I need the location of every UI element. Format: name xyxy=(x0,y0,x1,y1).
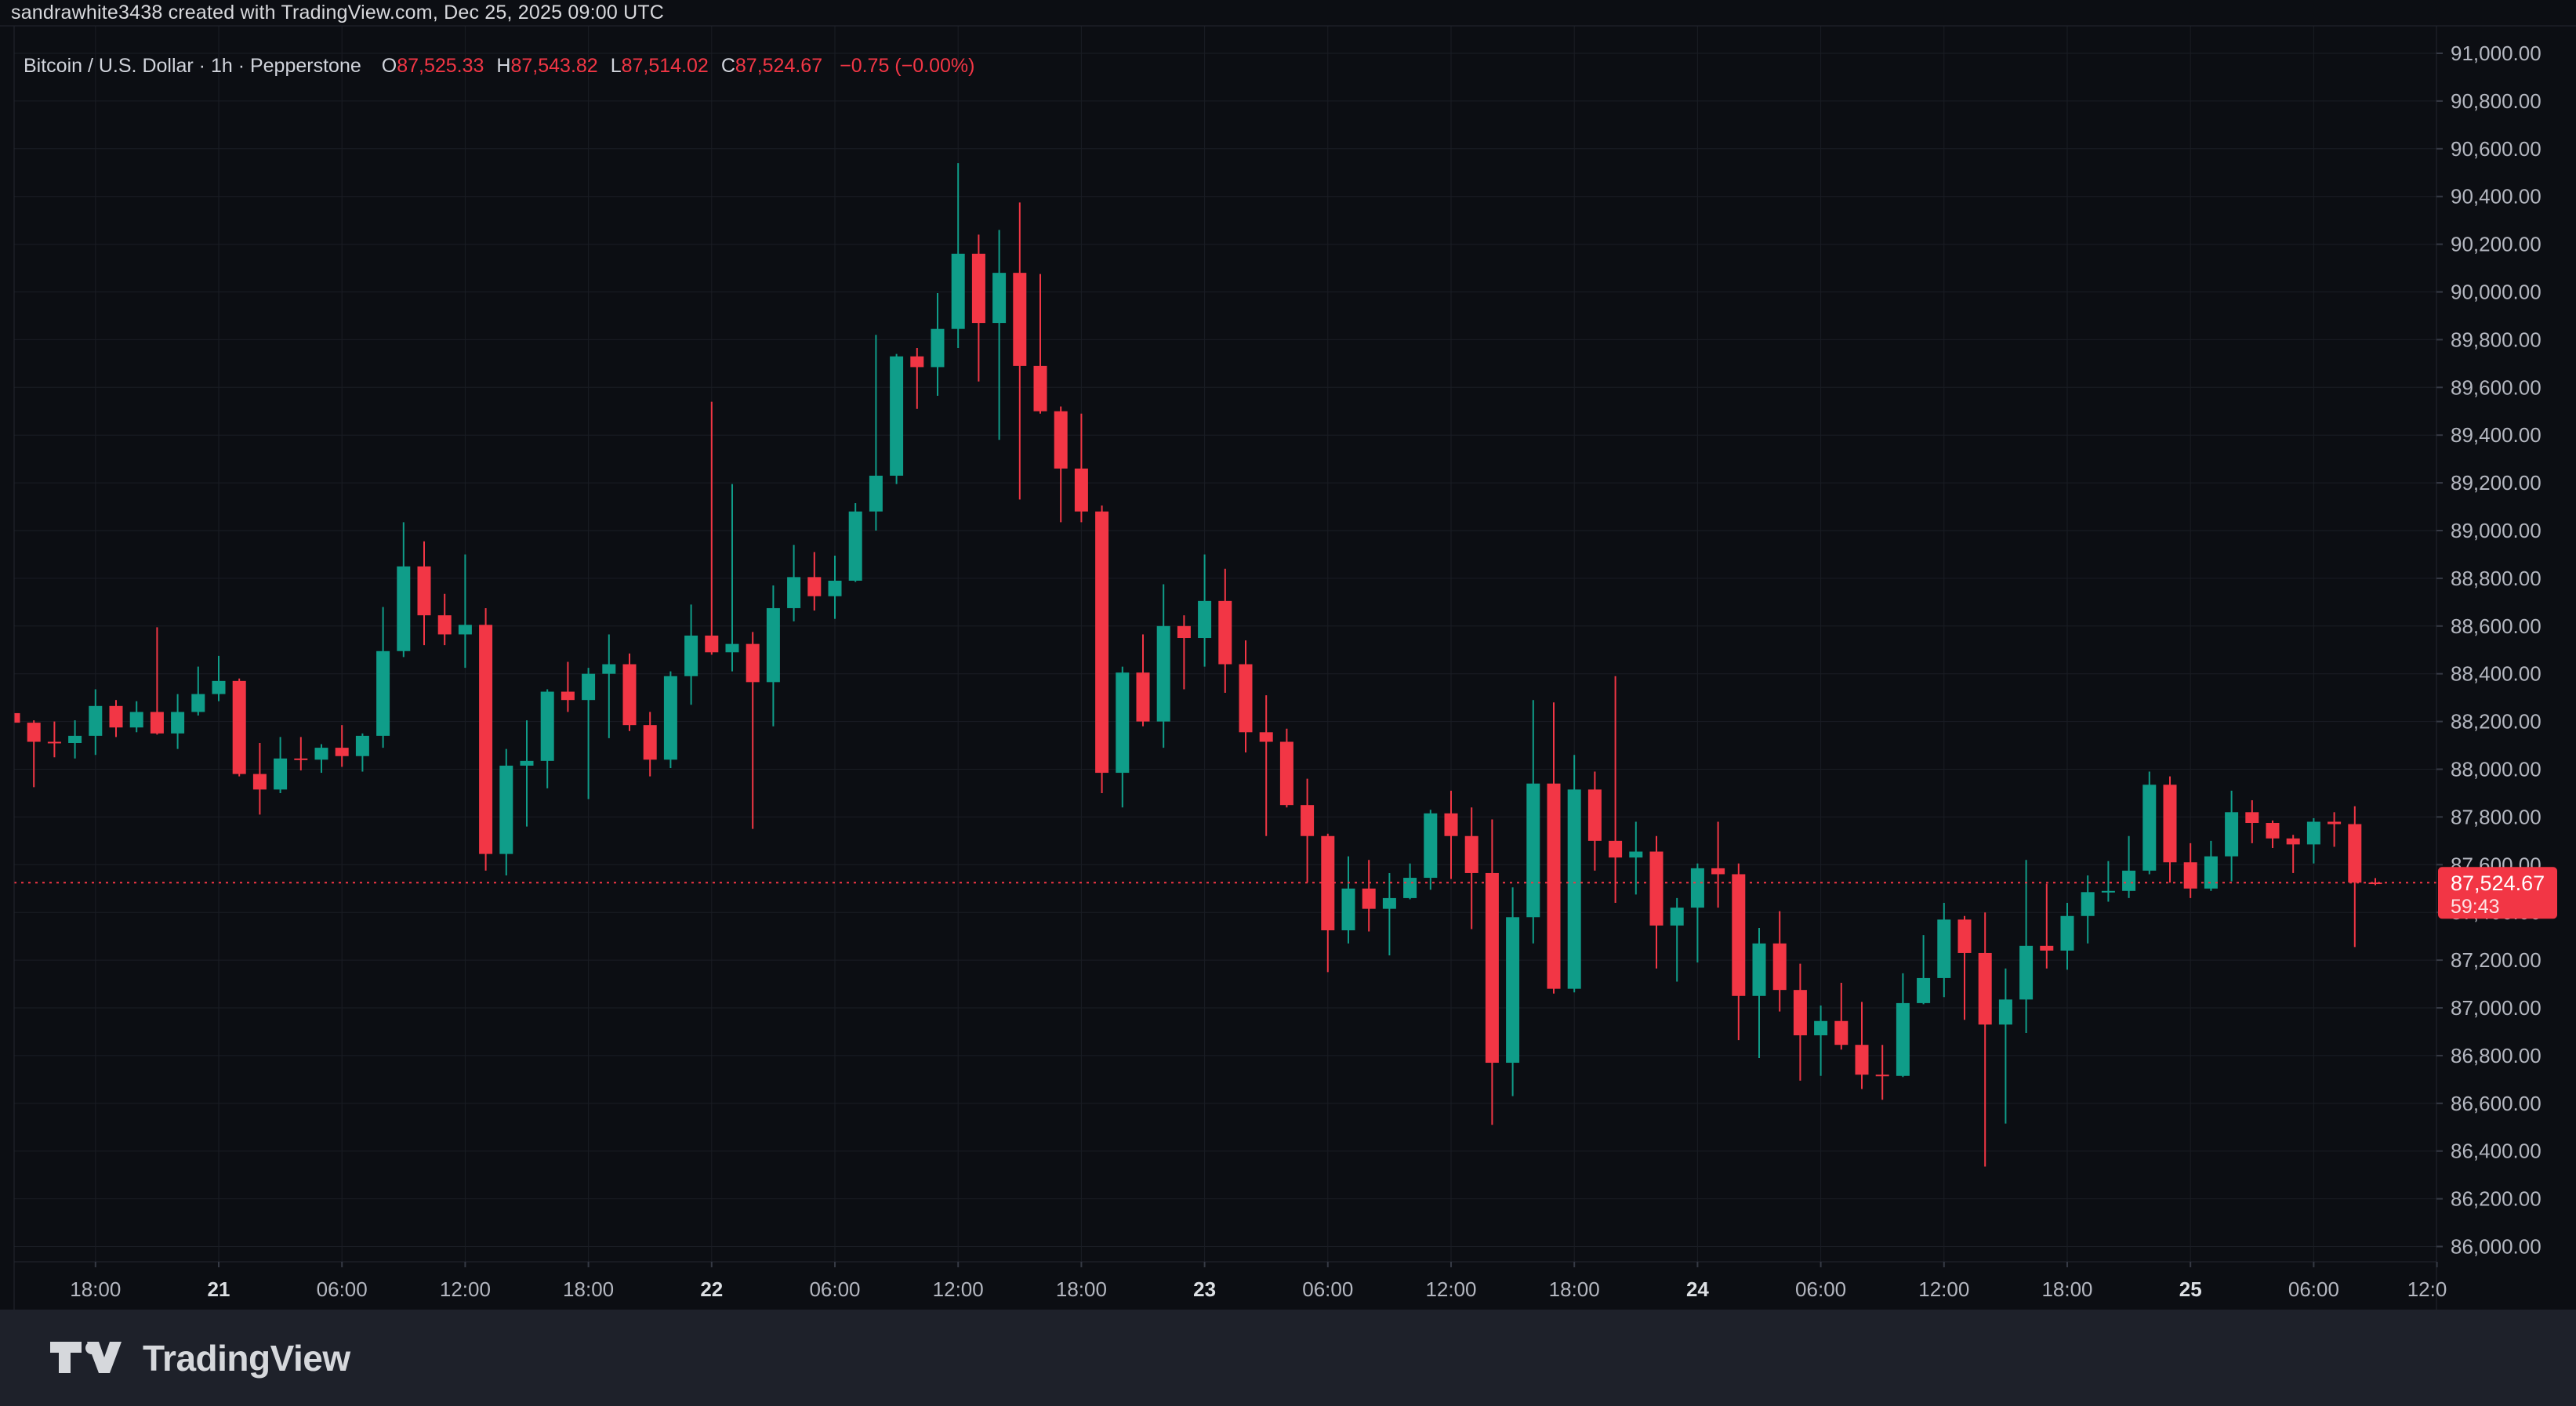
price-change: −0.75 (−0.00%) xyxy=(840,55,974,78)
ohlc-low: L87,514.02 xyxy=(611,55,709,78)
time-axis[interactable] xyxy=(14,1262,2436,1310)
attribution-bar: sandrawhite3438 created with TradingView… xyxy=(11,0,664,26)
price-chart-svg: 91,000.0090,800.0090,600.0090,400.0090,2… xyxy=(0,0,2576,1310)
ohlc-open: O87,525.33 xyxy=(382,55,484,78)
price-axis[interactable] xyxy=(2436,26,2576,1310)
attribution-text: sandrawhite3438 created with TradingView… xyxy=(11,2,664,24)
tradingview-footer: TradingView xyxy=(0,1310,2576,1406)
ohlc-high: H87,543.82 xyxy=(496,55,597,78)
ohlc-close: C87,524.67 xyxy=(721,55,822,78)
tradingview-brand-text[interactable]: TradingView xyxy=(143,1337,350,1379)
symbol-title: Bitcoin / U.S. Dollar · 1h · Pepperstone xyxy=(24,55,361,78)
symbol-info-bar[interactable]: Bitcoin / U.S. Dollar · 1h · Pepperstone… xyxy=(24,55,974,78)
chart-plot-area[interactable] xyxy=(14,26,2436,1262)
tradingview-logo-icon[interactable] xyxy=(50,1342,122,1375)
